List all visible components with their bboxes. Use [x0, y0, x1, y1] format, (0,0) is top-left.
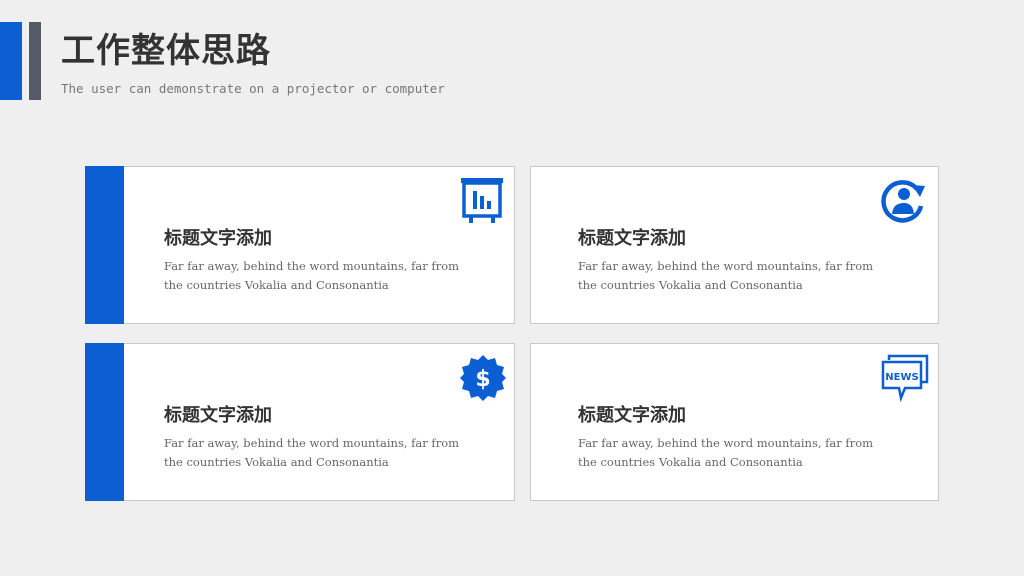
svg-text:$: $	[475, 367, 490, 392]
user-refresh-icon	[879, 177, 927, 225]
card-4: NEWS 标题文字添加 Far far away, behind the wor…	[530, 343, 939, 501]
card-description: Far far away, behind the word mountains,…	[164, 436, 460, 469]
card-description: Far far away, behind the word mountains,…	[578, 436, 874, 469]
card-title: 标题文字添加	[164, 405, 272, 426]
dollar-badge-icon: $	[459, 354, 507, 402]
card-title: 标题文字添加	[578, 405, 686, 426]
page-title: 工作整体思路	[61, 31, 271, 71]
card-title: 标题文字添加	[164, 228, 272, 249]
card-accent-bar	[85, 343, 124, 501]
presentation-board-icon	[458, 177, 506, 225]
card-description: Far far away, behind the word mountains,…	[578, 259, 874, 292]
card-1: 标题文字添加 Far far away, behind the word mou…	[85, 166, 515, 324]
card-description: Far far away, behind the word mountains,…	[164, 259, 460, 292]
card-2: 标题文字添加 Far far away, behind the word mou…	[530, 166, 939, 324]
page-subtitle: The user can demonstrate on a projector …	[61, 81, 445, 96]
news-chat-icon: NEWS	[881, 354, 929, 402]
card-accent-bar	[85, 166, 124, 324]
card-3: $ 标题文字添加 Far far away, behind the word m…	[85, 343, 515, 501]
news-icon-label: NEWS	[885, 372, 918, 383]
header-accent-bar-blue	[0, 22, 22, 100]
header-accent-bar-gray	[29, 22, 41, 100]
card-title: 标题文字添加	[578, 228, 686, 249]
